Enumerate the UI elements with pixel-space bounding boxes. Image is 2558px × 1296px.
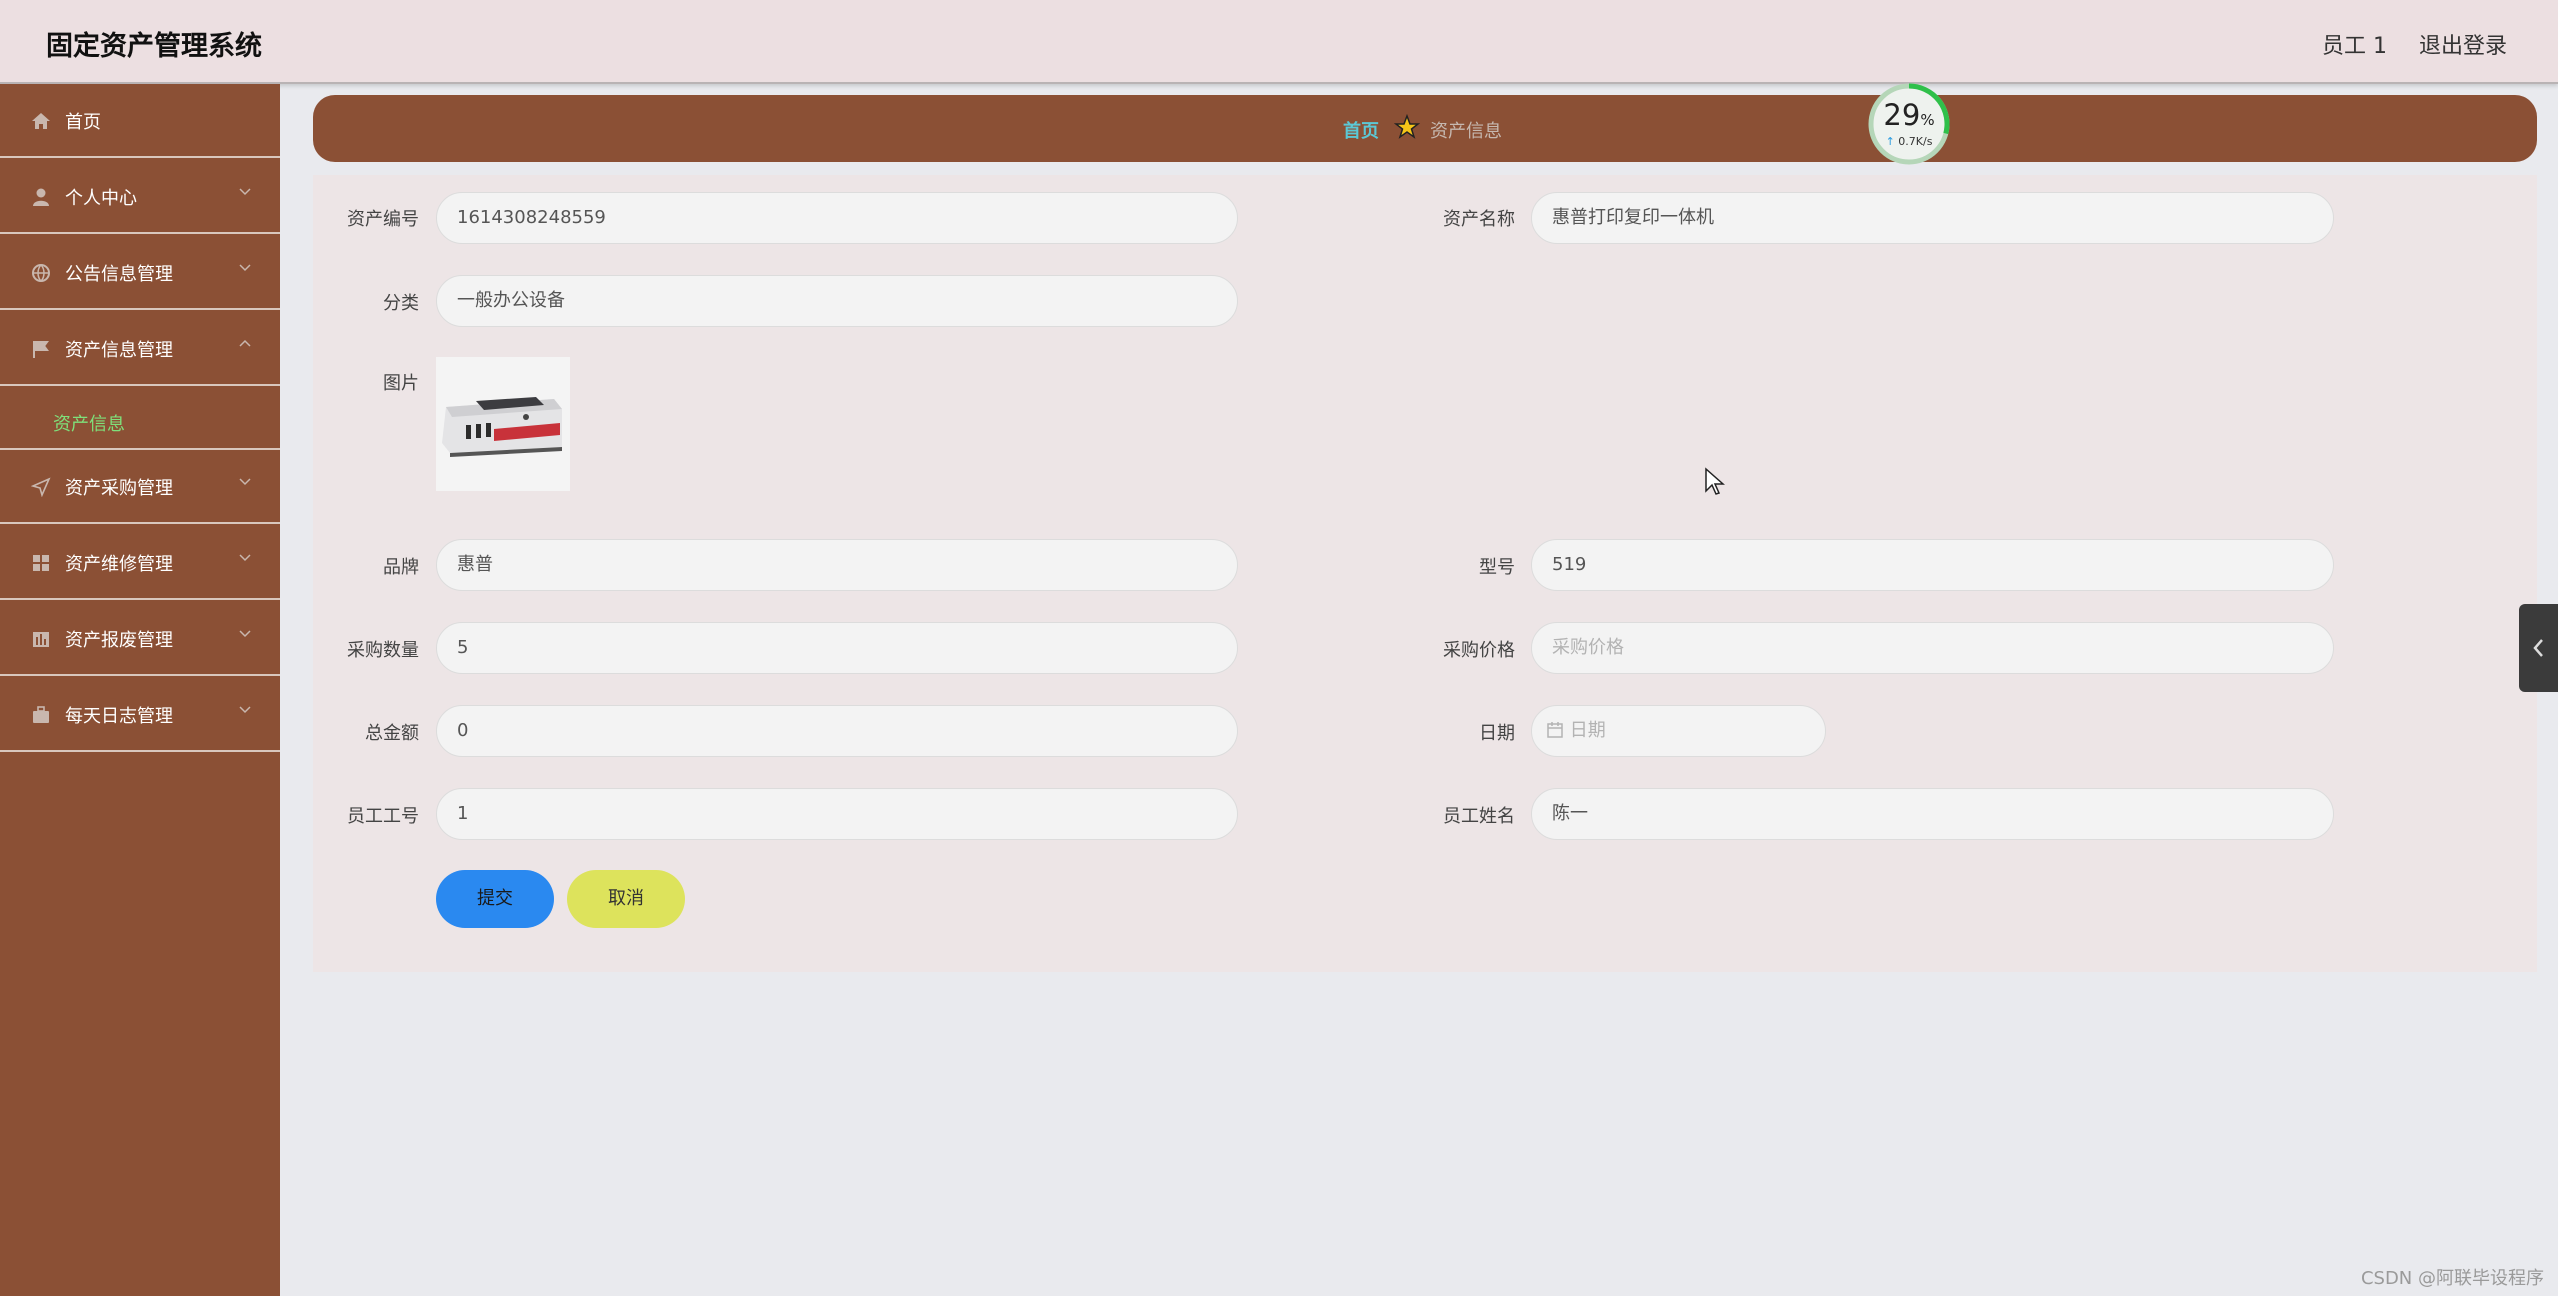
chevron-down-icon <box>239 630 251 638</box>
chevron-up-icon <box>239 339 251 347</box>
sidebar-item-label: 首页 <box>65 112 101 133</box>
sidebar-item-repair[interactable]: 资产维修管理 <box>0 526 280 600</box>
chevron-down-icon <box>239 706 251 714</box>
date-label: 日期 <box>1479 723 1515 744</box>
sidebar-item-label: 资产维修管理 <box>65 554 173 575</box>
speed-rate: ↑ 0.7K/s <box>1885 135 1933 148</box>
globe-icon <box>32 264 50 282</box>
quantity-label: 采购数量 <box>347 640 419 661</box>
date-placeholder: 日期 <box>1569 720 1606 741</box>
sidebar-item-personal[interactable]: 个人中心 <box>0 160 280 234</box>
sidebar-item-label: 个人中心 <box>65 188 137 209</box>
category-input[interactable]: 一般办公设备 <box>436 275 1238 327</box>
send-icon <box>31 477 51 497</box>
chevron-left-icon <box>2533 639 2543 657</box>
model-label: 型号 <box>1479 557 1515 578</box>
network-speed-widget[interactable]: 29% ↑ 0.7K/s <box>1867 82 1951 166</box>
sidebar-item-scrap[interactable]: 资产报废管理 <box>0 602 280 676</box>
sidebar-item-label: 每天日志管理 <box>65 706 173 727</box>
sidebar-item-label: 资产信息管理 <box>65 340 173 361</box>
asset-no-input[interactable]: 1614308248559 <box>436 192 1238 244</box>
sidebar-subitem-asset-info[interactable]: 资产信息 <box>0 390 280 450</box>
calendar-icon <box>1547 722 1563 738</box>
sidebar-item-notices[interactable]: 公告信息管理 <box>0 236 280 310</box>
sidebar-item-daily-log[interactable]: 每天日志管理 <box>0 678 280 752</box>
breadcrumb-home-link[interactable]: 首页 <box>1343 117 1379 143</box>
quantity-input[interactable]: 5 <box>436 622 1238 674</box>
sidebar-item-asset-info[interactable]: 资产信息管理 <box>0 312 280 386</box>
watermark: CSDN @阿联毕设程序 <box>2360 1268 2544 1289</box>
asset-no-label: 资产编号 <box>347 209 419 230</box>
current-user[interactable]: 员工 1 <box>2322 28 2387 60</box>
sidebar-item-home[interactable]: 首页 <box>0 84 280 158</box>
price-label: 采购价格 <box>1443 640 1515 661</box>
employee-no-label: 员工工号 <box>347 806 419 827</box>
employee-name-input[interactable]: 陈一 <box>1531 788 2334 840</box>
user-icon <box>33 188 49 206</box>
asset-name-input[interactable]: 惠普打印复印一体机 <box>1531 192 2334 244</box>
employee-no-input[interactable]: 1 <box>436 788 1238 840</box>
picture-label: 图片 <box>383 373 419 394</box>
sidebar-item-label: 资产采购管理 <box>65 478 173 499</box>
date-picker[interactable]: 日期 <box>1531 705 1826 757</box>
price-input[interactable]: 采购价格 <box>1531 622 2334 674</box>
logout-link[interactable]: 退出登录 <box>2419 28 2507 60</box>
chevron-down-icon <box>239 188 251 196</box>
chart-icon <box>33 632 49 647</box>
cancel-button[interactable]: 取消 <box>567 870 685 928</box>
sidebar: 首页 个人中心 公告信息管理 资产信息管理 资产信息 资产采购管理 资产维修管理… <box>0 84 280 1296</box>
sidebar-item-purchase[interactable]: 资产采购管理 <box>0 450 280 524</box>
chevron-down-icon <box>239 478 251 486</box>
sidebar-subitem-label: 资产信息 <box>53 414 125 435</box>
brand-input[interactable]: 惠普 <box>436 539 1238 591</box>
grid-icon <box>33 555 49 571</box>
app-title: 固定资产管理系统 <box>46 31 262 62</box>
employee-name-label: 员工姓名 <box>1443 806 1515 827</box>
total-input[interactable]: 0 <box>436 705 1238 757</box>
model-input[interactable]: 519 <box>1531 539 2334 591</box>
printer-image <box>436 357 570 491</box>
chevron-down-icon <box>239 554 251 562</box>
mouse-cursor-icon <box>1705 467 1725 495</box>
submit-button[interactable]: 提交 <box>436 870 554 928</box>
home-icon <box>32 113 50 129</box>
category-label: 分类 <box>383 293 419 314</box>
asset-photo[interactable] <box>436 357 570 491</box>
speed-percent: 29% <box>1883 98 1935 132</box>
breadcrumb-current: 资产信息 <box>1430 121 1502 142</box>
chevron-down-icon <box>239 264 251 272</box>
star-icon <box>1394 114 1420 139</box>
flag-icon <box>33 341 49 358</box>
asset-name-label: 资产名称 <box>1443 209 1515 230</box>
side-panel-toggle[interactable] <box>2519 604 2558 692</box>
briefcase-icon <box>33 706 49 723</box>
sidebar-item-label: 资产报废管理 <box>65 630 173 651</box>
breadcrumb: 首页 资产信息 <box>313 95 2537 162</box>
top-header: 固定资产管理系统 员工 1 退出登录 <box>0 0 2558 84</box>
sidebar-item-label: 公告信息管理 <box>65 264 173 285</box>
brand-label: 品牌 <box>383 557 419 578</box>
total-label: 总金额 <box>365 723 419 744</box>
